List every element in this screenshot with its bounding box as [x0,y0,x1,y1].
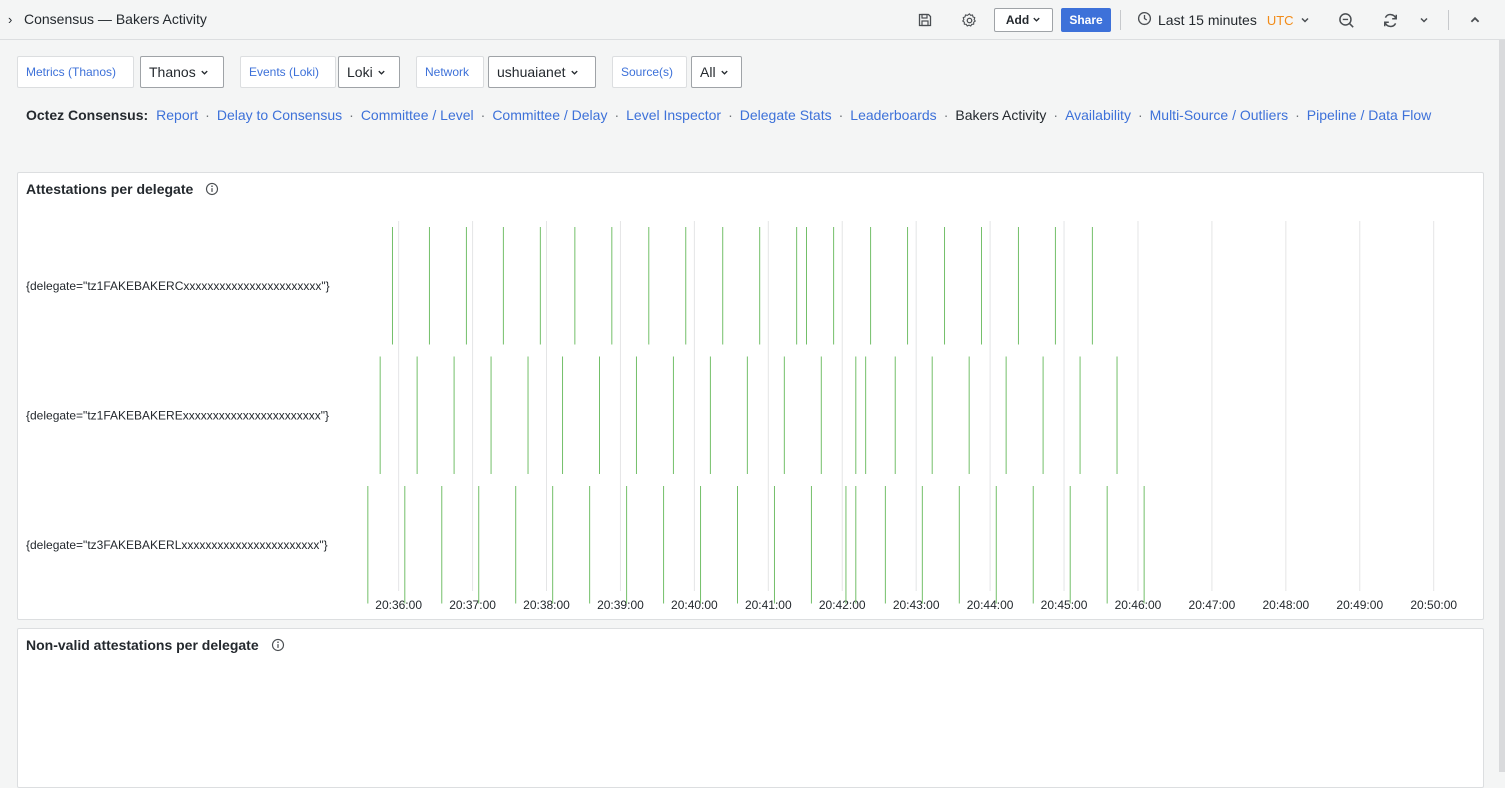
chevron-down-icon [200,64,209,80]
panel-title-text: Non-valid attestations per delegate [26,637,259,653]
x-tick-label: 20:40:00 [671,598,718,612]
x-tick-label: 20:42:00 [819,598,866,612]
dashboard-link-report[interactable]: Report [156,107,198,123]
timezone-label: UTC [1266,12,1294,28]
x-tick-label: 20:39:00 [597,598,644,612]
x-tick-label: 20:44:00 [967,598,1014,612]
save-icon[interactable] [915,10,935,30]
dashboard-link-committee-level[interactable]: Committee / Level [361,107,474,123]
sources-select[interactable]: All [691,56,742,88]
dashboard-link-leaderboards[interactable]: Leaderboards [850,107,936,123]
link-separator: · [349,107,354,123]
series-label: {delegate="tz1FAKEBAKERExxxxxxxxxxxxxxxx… [26,408,329,422]
dashboard-link-delegate-stats[interactable]: Delegate Stats [740,107,832,123]
clock-icon [1137,11,1152,29]
breadcrumb[interactable]: › Consensus — Bakers Activity [8,11,207,27]
link-separator: · [614,107,620,123]
x-tick-label: 20:43:00 [893,598,940,612]
events-select[interactable]: Loki [338,56,400,88]
dashboard-title: Consensus — Bakers Activity [24,11,207,27]
dashboard-link-bakers-activity[interactable]: Bakers Activity [955,107,1046,123]
x-tick-label: 20:50:00 [1410,598,1457,612]
time-range-label: Last 15 minutes [1158,12,1257,28]
network-select-value: ushuaianet [497,64,566,80]
x-tick-label: 20:47:00 [1189,598,1236,612]
x-tick-label: 20:37:00 [449,598,496,612]
toolbar-divider [1120,10,1121,30]
link-separator: · [838,107,844,123]
attestations-panel: Attestations per delegate 20:36:00 20:37:… [17,172,1484,620]
link-separator: · [1295,107,1300,123]
chevron-right-icon[interactable]: › [8,12,20,27]
info-icon[interactable] [271,638,285,652]
dashboard-link-committee-delay[interactable]: Committee / Delay [492,107,607,123]
add-button-label: Add [1005,13,1030,27]
attestations-timeline-chart: 20:36:00 20:37:00 20:38:00 20:39:00 20:40:00… [26,221,1457,612]
metrics-select[interactable]: Thanos [140,56,224,88]
time-picker[interactable]: Last 15 minutes UTC [1137,11,1310,29]
toolbar-divider [1448,10,1449,30]
x-tick-label: 20:36:00 [375,598,422,612]
link-separator: · [480,107,486,123]
refresh-interval-chevron-icon[interactable] [1414,10,1434,30]
series-label: {delegate="tz3FAKEBAKERLxxxxxxxxxxxxxxxx… [26,538,328,552]
variable-label-events: Events (Loki) [240,56,336,88]
panel-title: Non-valid attestations per delegate [26,637,285,653]
link-separator: · [943,107,949,123]
dashboard-link-availability[interactable]: Availability [1065,107,1131,123]
x-tick-label: 20:45:00 [1041,598,1088,612]
share-button[interactable]: Share [1061,8,1111,32]
x-tick-label: 20:38:00 [523,598,570,612]
dashboard-link-delay-to-consensus[interactable]: Delay to Consensus [217,107,342,123]
refresh-icon[interactable] [1380,10,1400,30]
add-button[interactable]: Add [994,8,1053,32]
link-separator: · [1053,107,1059,123]
chevron-down-icon [570,64,579,80]
series-label: {delegate="tz1FAKEBAKERCxxxxxxxxxxxxxxxx… [26,279,330,293]
dashboard-link-multi-source-outliers[interactable]: Multi-Source / Outliers [1150,107,1288,123]
links-label: Octez Consensus: [26,107,149,123]
metrics-select-value: Thanos [149,64,196,80]
link-separator: · [728,107,733,123]
chevron-up-icon[interactable] [1465,10,1485,30]
network-select[interactable]: ushuaianet [488,56,596,88]
zoom-out-icon[interactable] [1336,10,1356,30]
link-separator: · [1137,107,1143,123]
chevron-down-icon [1032,13,1041,27]
chevron-down-icon [1300,12,1310,28]
variable-label-sources: Source(s) [612,56,687,88]
chevron-down-icon [720,64,729,80]
link-separator: · [205,107,210,123]
variable-label-network: Network [416,56,484,88]
x-tick-label: 20:41:00 [745,598,792,612]
x-tick-label: 20:49:00 [1336,598,1383,612]
dashboard-link-level-inspector[interactable]: Level Inspector [626,107,721,123]
nonvalid-attestations-panel: Non-valid attestations per delegate [17,628,1484,788]
events-select-value: Loki [347,64,373,80]
dashboard-links: Octez Consensus: Report · Delay to Consensu… [26,104,1478,126]
page-scrollbar[interactable] [1499,40,1505,772]
sources-select-value: All [700,64,716,80]
chevron-down-icon [377,64,386,80]
dashboard-link-pipeline-data-flow[interactable]: Pipeline / Data Flow [1307,107,1432,123]
x-tick-label: 20:46:00 [1115,598,1162,612]
top-bar: › Consensus — Bakers Activity Add Share L… [0,0,1505,40]
gear-icon[interactable] [959,10,979,30]
variable-label-metrics: Metrics (Thanos) [17,56,134,88]
x-tick-label: 20:48:00 [1262,598,1309,612]
